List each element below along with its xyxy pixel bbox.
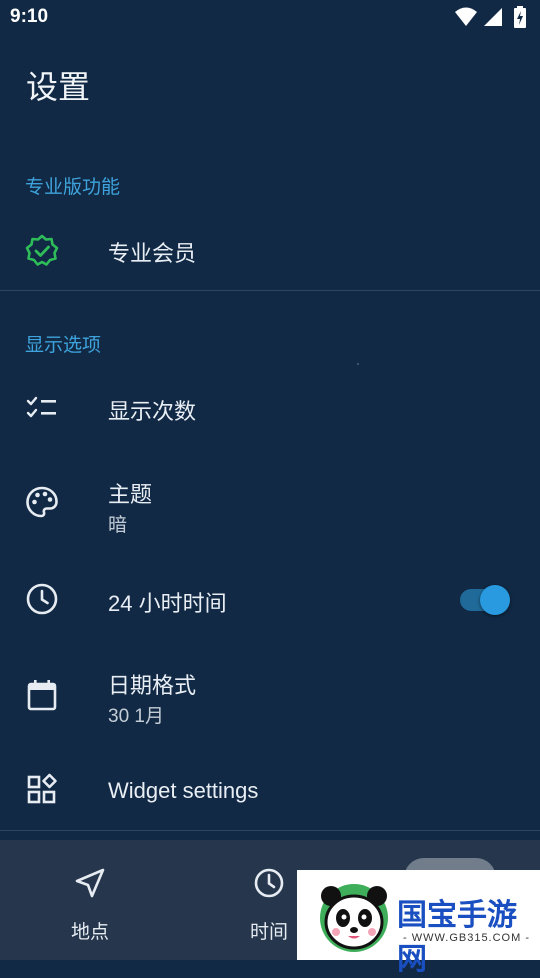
wifi-icon — [455, 7, 477, 26]
divider — [0, 830, 540, 831]
24-hour-time-label: 24 小时时间 — [108, 591, 227, 616]
page-title: 设置 — [26, 68, 91, 106]
24-hour-time-toggle[interactable] — [458, 585, 514, 615]
verified-badge-icon — [24, 233, 60, 269]
divider — [0, 290, 540, 291]
clock-icon — [252, 866, 286, 900]
battery-charging-icon — [514, 6, 526, 28]
calendar-icon — [24, 677, 60, 713]
date-format-row[interactable]: 日期格式 30 1月 — [0, 660, 540, 740]
toggle-thumb — [480, 585, 510, 615]
status-time: 9:10 — [10, 6, 49, 27]
panda-logo-icon — [320, 884, 388, 952]
date-format-label: 日期格式 — [108, 673, 197, 698]
nav-item-places[interactable]: 地点 — [30, 840, 150, 960]
navigation-arrow-icon — [73, 866, 107, 900]
date-format-value: 30 1月 — [108, 706, 164, 727]
signal-icon — [484, 8, 502, 26]
checklist-icon — [24, 390, 60, 426]
theme-value: 暗 — [108, 515, 128, 536]
pro-member-label: 专业会员 — [108, 241, 197, 266]
status-bar: 9:10 — [0, 0, 540, 36]
widget-settings-label: Widget settings — [108, 778, 259, 803]
section-header-display: 显示选项 — [25, 334, 102, 356]
theme-row[interactable]: 主题 暗 — [0, 465, 540, 545]
widget-settings-row[interactable]: Widget settings — [0, 760, 540, 822]
pro-member-row[interactable]: 专业会员 — [0, 220, 540, 282]
clock-icon — [24, 581, 60, 617]
nav-label-places: 地点 — [70, 921, 109, 943]
watermark: 国宝手游网 - WWW.GB315.COM - — [297, 870, 540, 977]
palette-icon — [24, 484, 60, 520]
widgets-icon — [24, 772, 60, 808]
show-count-label: 显示次数 — [108, 399, 197, 424]
decorative-dot — [357, 363, 359, 365]
show-count-row[interactable]: 显示次数 — [0, 378, 540, 440]
watermark-subtitle: - WWW.GB315.COM - — [403, 932, 530, 944]
theme-label: 主题 — [108, 482, 153, 507]
section-header-pro: 专业版功能 — [25, 176, 121, 198]
